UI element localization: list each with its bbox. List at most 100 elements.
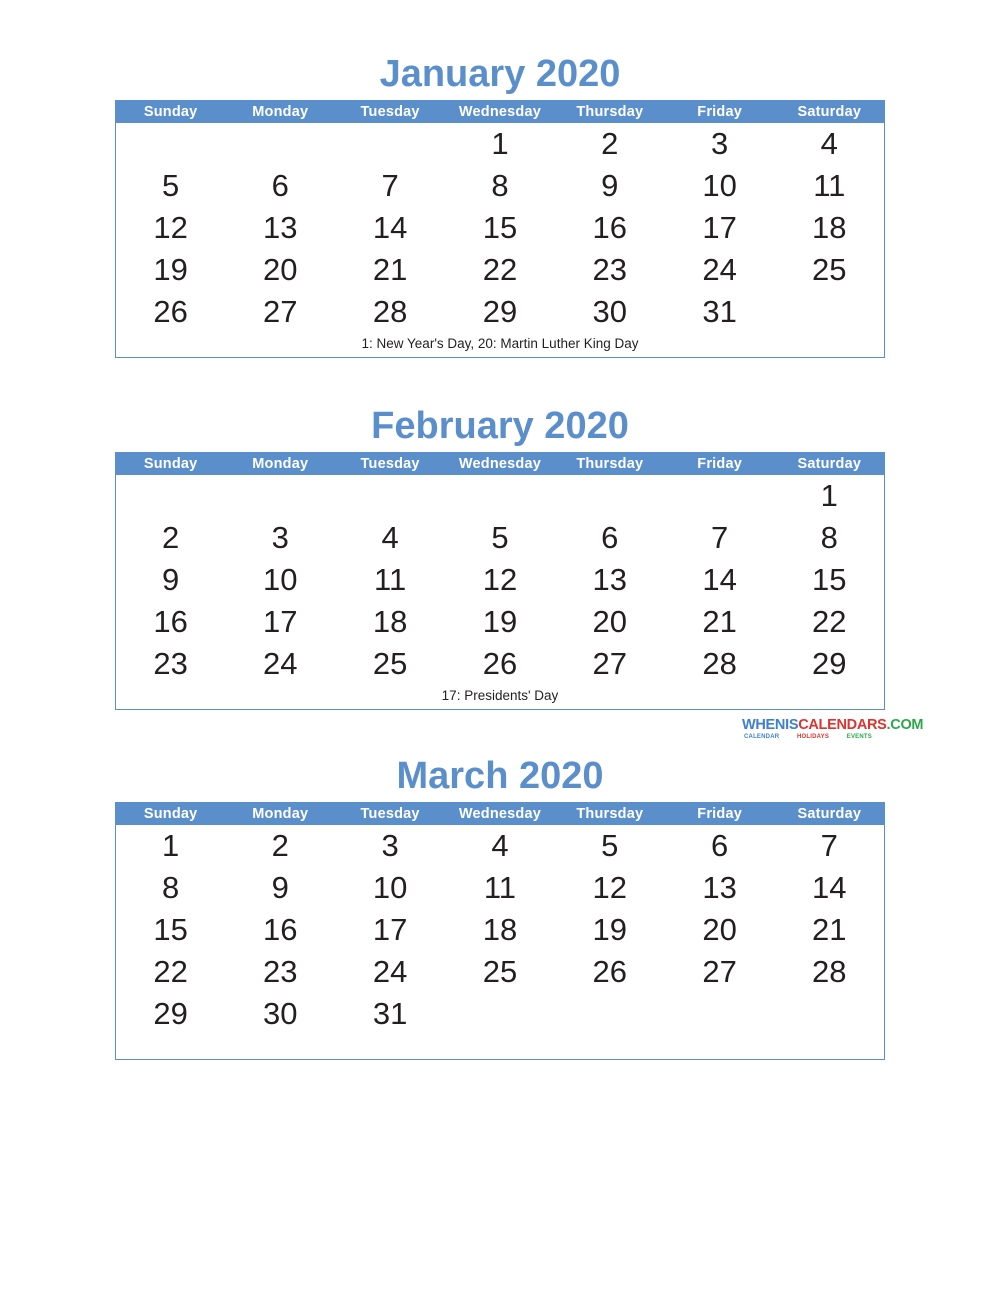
day-cell[interactable] (665, 475, 775, 517)
day-cell[interactable]: 2 (225, 825, 335, 867)
day-cell[interactable]: 8 (775, 517, 885, 559)
day-cell[interactable]: 20 (555, 601, 665, 643)
day-cell[interactable]: 21 (665, 601, 775, 643)
day-cell[interactable] (116, 123, 226, 165)
day-cell[interactable]: 27 (225, 291, 335, 333)
day-cell[interactable]: 27 (665, 951, 775, 993)
day-cell[interactable]: 6 (225, 165, 335, 207)
day-cell[interactable]: 15 (445, 207, 555, 249)
day-cell[interactable]: 7 (335, 165, 445, 207)
day-cell[interactable]: 20 (225, 249, 335, 291)
day-cell[interactable]: 17 (665, 207, 775, 249)
day-cell[interactable]: 19 (555, 909, 665, 951)
day-cell[interactable] (335, 123, 445, 165)
day-cell[interactable] (775, 993, 885, 1035)
day-cell[interactable]: 9 (116, 559, 226, 601)
day-cell[interactable]: 20 (665, 909, 775, 951)
day-cell[interactable]: 1 (445, 123, 555, 165)
day-cell[interactable]: 6 (555, 517, 665, 559)
day-cell[interactable]: 26 (116, 291, 226, 333)
day-cell[interactable]: 31 (335, 993, 445, 1035)
day-cell[interactable]: 22 (445, 249, 555, 291)
day-cell[interactable]: 25 (335, 643, 445, 685)
day-cell[interactable]: 11 (775, 165, 885, 207)
day-cell[interactable]: 4 (775, 123, 885, 165)
day-cell[interactable]: 11 (335, 559, 445, 601)
day-cell[interactable] (665, 993, 775, 1035)
day-cell[interactable]: 9 (555, 165, 665, 207)
day-cell[interactable]: 17 (225, 601, 335, 643)
day-cell[interactable]: 27 (555, 643, 665, 685)
day-cell[interactable]: 1 (775, 475, 885, 517)
day-cell[interactable]: 24 (665, 249, 775, 291)
day-cell[interactable]: 24 (225, 643, 335, 685)
day-cell[interactable]: 14 (665, 559, 775, 601)
whieniscalendars-logo[interactable]: WHENISCALENDARS.COM CALENDAR HOLIDAYS EV… (742, 718, 924, 746)
day-cell[interactable]: 13 (225, 207, 335, 249)
day-cell[interactable]: 29 (116, 993, 226, 1035)
day-cell[interactable]: 28 (665, 643, 775, 685)
day-cell[interactable]: 10 (665, 165, 775, 207)
day-cell[interactable]: 25 (445, 951, 555, 993)
day-cell[interactable]: 28 (335, 291, 445, 333)
day-cell[interactable] (775, 291, 885, 333)
day-cell[interactable]: 9 (225, 867, 335, 909)
day-cell[interactable]: 21 (335, 249, 445, 291)
day-cell[interactable] (116, 475, 226, 517)
day-cell[interactable]: 17 (335, 909, 445, 951)
day-cell[interactable]: 23 (225, 951, 335, 993)
day-cell[interactable]: 2 (116, 517, 226, 559)
day-cell[interactable]: 18 (335, 601, 445, 643)
day-cell[interactable]: 6 (665, 825, 775, 867)
day-cell[interactable] (555, 993, 665, 1035)
day-cell[interactable]: 5 (445, 517, 555, 559)
day-cell[interactable]: 5 (555, 825, 665, 867)
day-cell[interactable]: 19 (116, 249, 226, 291)
day-cell[interactable]: 3 (665, 123, 775, 165)
day-cell[interactable]: 4 (445, 825, 555, 867)
day-cell[interactable]: 7 (665, 517, 775, 559)
day-cell[interactable]: 26 (445, 643, 555, 685)
day-cell[interactable]: 16 (555, 207, 665, 249)
day-cell[interactable]: 19 (445, 601, 555, 643)
day-cell[interactable] (445, 993, 555, 1035)
day-cell[interactable]: 26 (555, 951, 665, 993)
day-cell[interactable]: 8 (445, 165, 555, 207)
day-cell[interactable]: 31 (665, 291, 775, 333)
day-cell[interactable]: 7 (775, 825, 885, 867)
day-cell[interactable]: 1 (116, 825, 226, 867)
day-cell[interactable]: 15 (775, 559, 885, 601)
day-cell[interactable]: 18 (775, 207, 885, 249)
day-cell[interactable]: 30 (225, 993, 335, 1035)
day-cell[interactable]: 4 (335, 517, 445, 559)
day-cell[interactable] (225, 123, 335, 165)
day-cell[interactable]: 5 (116, 165, 226, 207)
day-cell[interactable] (225, 475, 335, 517)
day-cell[interactable]: 15 (116, 909, 226, 951)
day-cell[interactable]: 13 (555, 559, 665, 601)
day-cell[interactable]: 2 (555, 123, 665, 165)
day-cell[interactable] (335, 475, 445, 517)
day-cell[interactable]: 29 (775, 643, 885, 685)
day-cell[interactable]: 3 (225, 517, 335, 559)
day-cell[interactable]: 25 (775, 249, 885, 291)
day-cell[interactable]: 14 (775, 867, 885, 909)
day-cell[interactable]: 12 (116, 207, 226, 249)
day-cell[interactable]: 14 (335, 207, 445, 249)
day-cell[interactable]: 30 (555, 291, 665, 333)
day-cell[interactable] (445, 475, 555, 517)
day-cell[interactable]: 16 (116, 601, 226, 643)
day-cell[interactable]: 16 (225, 909, 335, 951)
day-cell[interactable] (555, 475, 665, 517)
day-cell[interactable]: 13 (665, 867, 775, 909)
day-cell[interactable]: 12 (445, 559, 555, 601)
day-cell[interactable]: 22 (775, 601, 885, 643)
day-cell[interactable]: 23 (116, 643, 226, 685)
day-cell[interactable]: 10 (335, 867, 445, 909)
day-cell[interactable]: 10 (225, 559, 335, 601)
day-cell[interactable]: 21 (775, 909, 885, 951)
day-cell[interactable]: 18 (445, 909, 555, 951)
day-cell[interactable]: 29 (445, 291, 555, 333)
day-cell[interactable]: 12 (555, 867, 665, 909)
day-cell[interactable]: 8 (116, 867, 226, 909)
